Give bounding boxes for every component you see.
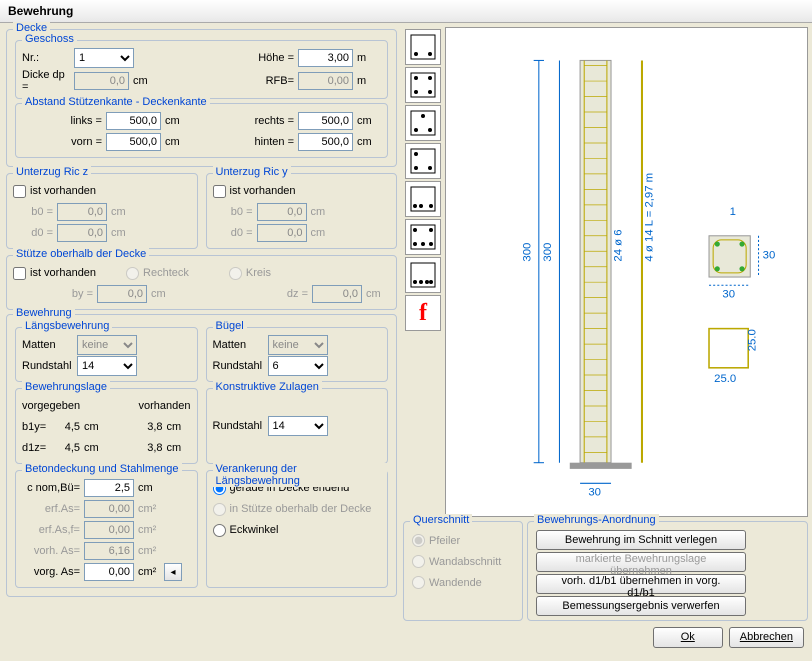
buegel-rund-select[interactable]: 6 — [268, 356, 328, 376]
section-icon-5[interactable] — [405, 181, 441, 217]
section-icon-1[interactable] — [405, 29, 441, 65]
uebernehmen-button: markierte Bewehrungslage übernehmen — [536, 552, 746, 572]
decke-group: Decke Geschoss Nr.: 1 Höhe = m Dicke dp … — [6, 29, 397, 167]
vorg-input[interactable] — [84, 563, 134, 581]
section-icons: f — [403, 27, 443, 517]
dicke-input — [74, 72, 129, 90]
buegel-matten-select: keine — [268, 335, 328, 355]
uy-d0-input — [257, 224, 307, 242]
d1b1-button[interactable]: vorh. d1/b1 übernehmen in vorg. d1/b1 — [536, 574, 746, 594]
svg-text:30: 30 — [588, 487, 601, 499]
geschoss-group: Geschoss Nr.: 1 Höhe = m Dicke dp = cm R… — [15, 40, 388, 99]
uz-d0-input — [57, 224, 107, 242]
section-icon-3[interactable] — [405, 105, 441, 141]
anordnung-group: Bewehrungs-Anordnung Bewehrung im Schnit… — [527, 521, 808, 621]
verank-opt3-radio[interactable] — [213, 524, 226, 537]
links-input[interactable] — [106, 112, 161, 130]
svg-text:24 ø 6: 24 ø 6 — [612, 229, 624, 261]
rfb-input — [298, 72, 353, 90]
section-icon-7[interactable] — [405, 257, 441, 293]
unterzug-y-group: Unterzug Ric y ist vorhanden b0 =cm d0 =… — [206, 173, 398, 249]
konstr-rund-select[interactable]: 14 — [268, 416, 328, 436]
svg-text:300: 300 — [522, 243, 534, 262]
window-title: Bewehrung — [0, 0, 812, 23]
erfas-input — [84, 500, 134, 518]
laengs-group: Längsbewehrung Mattenkeine Rundstahl14 — [15, 327, 198, 382]
verank-group: Verankerung der Längsbewehrung gerade in… — [206, 470, 389, 588]
hinten-input[interactable] — [298, 133, 353, 151]
uz-vorhanden-check[interactable] — [13, 185, 26, 198]
section-icon-4[interactable] — [405, 143, 441, 179]
beton-group: Betondeckung und Stahlmenge c nom,Bü=cm … — [15, 470, 198, 588]
svg-text:4 ø 14 L = 2,97 m: 4 ø 14 L = 2,97 m — [643, 173, 655, 262]
pfeiler-radio — [412, 534, 425, 547]
uz-b0-input — [57, 203, 107, 221]
erfasf-input — [84, 521, 134, 539]
laengs-rund-select[interactable]: 14 — [77, 356, 137, 376]
verlegen-button[interactable]: Bewehrung im Schnitt verlegen — [536, 530, 746, 550]
nr-select[interactable]: 1 — [74, 48, 134, 68]
rechteck-radio — [126, 267, 139, 280]
abstand-group: Abstand Stützenkante - Deckenkante links… — [15, 103, 388, 158]
stuetze-vorhanden-check[interactable] — [13, 267, 26, 280]
vorg-dropdown-button[interactable]: ◂ — [164, 563, 182, 581]
rechts-input[interactable] — [298, 112, 353, 130]
svg-text:25.0: 25.0 — [714, 373, 736, 385]
ok-button[interactable]: Ok — [653, 627, 723, 648]
svg-text:1: 1 — [730, 206, 736, 218]
buegel-group: Bügel Mattenkeine Rundstahl6 — [206, 327, 389, 382]
wandab-radio — [412, 555, 425, 568]
lage-group: Bewehrungslage vorgegebenvorhanden b1y=4… — [15, 388, 198, 464]
hoehe-input[interactable] — [298, 49, 353, 67]
verank-opt2-radio — [213, 503, 226, 516]
svg-text:300: 300 — [542, 243, 554, 262]
section-icon-f[interactable]: f — [405, 295, 441, 331]
dz-input — [312, 285, 362, 303]
stuetze-group: Stütze oberhalb der Decke ist vorhanden … — [6, 255, 397, 310]
uy-b0-input — [257, 203, 307, 221]
kreis-radio — [229, 267, 242, 280]
konstr-group: Konstruktive Zulagen Rundstahl14 — [206, 388, 389, 464]
abbrechen-button[interactable]: Abbrechen — [729, 627, 804, 648]
unterzug-z-group: Unterzug Ric z ist vorhanden b0 =cm d0 =… — [6, 173, 198, 249]
bewehrung-group: Bewehrung Längsbewehrung Mattenkeine Run… — [6, 314, 397, 597]
cnom-input[interactable] — [84, 479, 134, 497]
vorh-input — [84, 542, 134, 560]
svg-text:30: 30 — [763, 249, 776, 261]
svg-text:30: 30 — [722, 289, 735, 301]
by-input — [97, 285, 147, 303]
wandende-radio — [412, 576, 425, 589]
section-diagram: 300 300 24 ø 6 4 ø 14 L = 2,97 m 30 1 30… — [445, 27, 808, 517]
vorn-input[interactable] — [106, 133, 161, 151]
laengs-matten-select: keine — [77, 335, 137, 355]
querschnitt-group: Querschnitt Pfeiler Wandabschnitt Wanden… — [403, 521, 523, 621]
section-icon-2[interactable] — [405, 67, 441, 103]
uy-vorhanden-check[interactable] — [213, 185, 226, 198]
section-icon-6[interactable] — [405, 219, 441, 255]
svg-text:25.0: 25.0 — [746, 329, 758, 351]
verwerfen-button[interactable]: Bemessungsergebnis verwerfen — [536, 596, 746, 616]
